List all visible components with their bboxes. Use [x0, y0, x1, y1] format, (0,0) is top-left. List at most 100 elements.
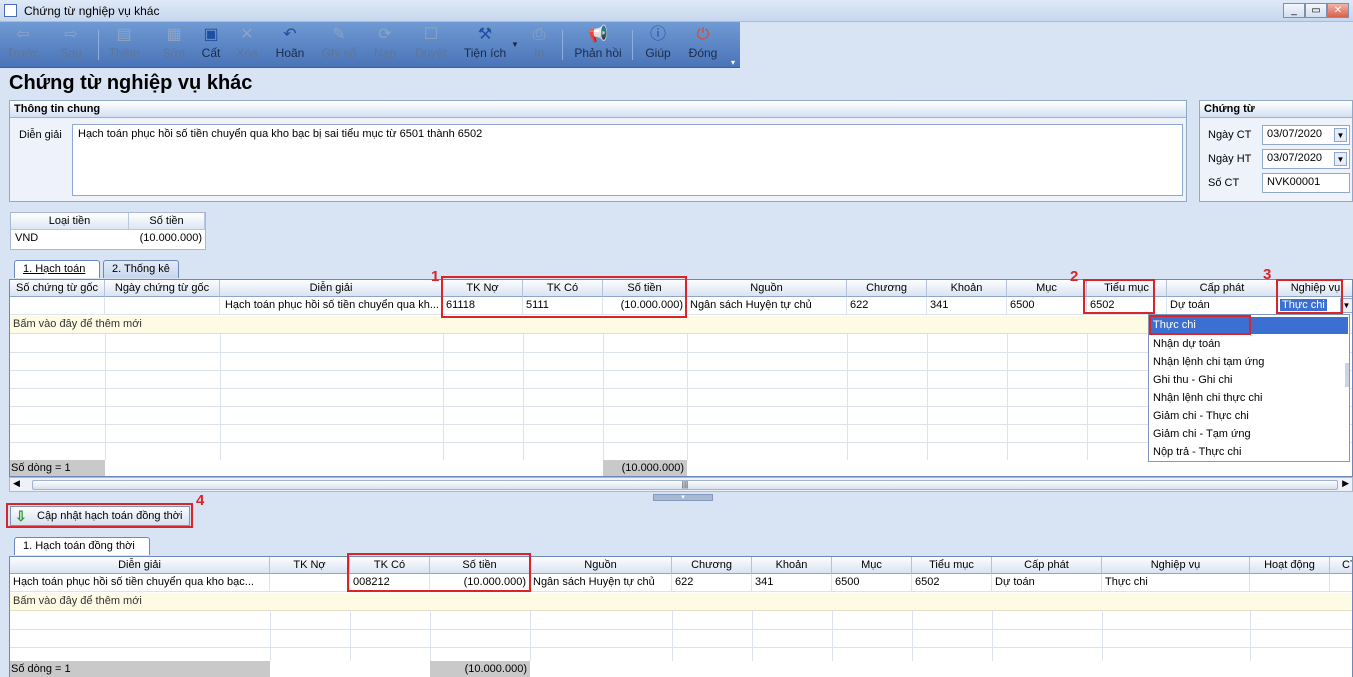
- col-header-nguon[interactable]: Nguồn: [687, 280, 847, 297]
- col2-header-nguon[interactable]: Nguồn: [530, 557, 672, 574]
- annotation-4: 4: [196, 492, 205, 509]
- scroll-left-icon[interactable]: ◀: [13, 478, 20, 489]
- col2-header-chuong[interactable]: Chương: [672, 557, 752, 574]
- approve-icon: ☐: [423, 26, 439, 43]
- splitter-handle[interactable]: ▾: [653, 494, 713, 501]
- tab-hach-toan[interactable]: 1. Hạch toán: [14, 260, 100, 278]
- toolbar-overflow-icon[interactable]: ▾: [731, 58, 735, 67]
- row-count-2: Số dòng = 1: [10, 661, 270, 677]
- dropdown-scrollbar[interactable]: [1345, 363, 1349, 387]
- cell2-cap-phat[interactable]: Dự toán: [992, 574, 1102, 592]
- cell2-muc[interactable]: 6500: [832, 574, 912, 592]
- col2-header-nghiep-vu[interactable]: Nghiệp vụ: [1102, 557, 1250, 574]
- col-header-khoan[interactable]: Khoản: [927, 280, 1007, 297]
- toolbar-utilities-button[interactable]: ⚒ Tiện ích: [460, 24, 510, 66]
- col2-header-muc[interactable]: Mục: [832, 557, 912, 574]
- cell-khoan[interactable]: 341: [927, 297, 1007, 315]
- col-header-ngay-chung-tu-goc[interactable]: Ngày chứng từ gốc: [105, 280, 220, 297]
- dropdown-option[interactable]: Giảm chi - Thực chi: [1153, 407, 1249, 425]
- currency-amount-value: (10.000.000): [139, 232, 202, 244]
- toolbar-reload-button[interactable]: ⟳ Nạp: [368, 24, 402, 66]
- cell-ngay-chung-tu-goc[interactable]: [105, 297, 220, 315]
- date-ht-dropdown-icon[interactable]: ▼: [1334, 152, 1347, 166]
- dropdown-option[interactable]: Nhận lệnh chi tạm ứng: [1153, 353, 1264, 371]
- add-new-row-2[interactable]: Bấm vào đây để thêm mới: [10, 593, 1352, 611]
- currency-type-value[interactable]: VND: [15, 232, 38, 244]
- annotation-3: 3: [1263, 266, 1272, 283]
- cell-so-chung-tu-goc[interactable]: [10, 297, 105, 315]
- dropdown-option[interactable]: Nộp trả - Thực chi: [1153, 443, 1241, 461]
- toolbar-prev-button[interactable]: ⇦ Trước: [4, 24, 42, 66]
- toolbar-next-button[interactable]: ⇨ Sau: [50, 24, 92, 66]
- megaphone-icon: 📢: [588, 26, 608, 43]
- col2-header-cap-phat[interactable]: Cấp phát: [992, 557, 1102, 574]
- currency-table: Loại tiền Số tiền VND (10.000.000): [10, 212, 206, 250]
- cell2-tieu-muc[interactable]: 6502: [912, 574, 992, 592]
- cell2-nghiep-vu[interactable]: Thực chi: [1102, 574, 1250, 592]
- voucher-no-field[interactable]: NVK00001: [1262, 173, 1350, 193]
- toolbar-edit-button[interactable]: ▦ Sửa: [158, 24, 190, 66]
- general-info-header: Thông tin chung: [10, 101, 1186, 118]
- dropdown-option[interactable]: Ghi thu - Ghi chi: [1153, 371, 1232, 389]
- maximize-button[interactable]: ▭: [1305, 3, 1327, 18]
- toolbar-post-button[interactable]: ✎ Ghi sổ: [318, 24, 360, 66]
- undo-icon: ↶: [283, 26, 297, 43]
- cell2-nguon[interactable]: Ngân sách Huyện tự chủ: [530, 574, 672, 592]
- toolbar-feedback-button[interactable]: 📢 Phản hồi: [570, 24, 626, 66]
- dropdown-option[interactable]: Giảm chi - Tạm ứng: [1153, 425, 1251, 443]
- date-ht-field[interactable]: 03/07/2020 ▼: [1262, 149, 1350, 169]
- footer-total-2: (10.000.000): [430, 661, 530, 677]
- toolbar-save-button[interactable]: ▣ Cất: [196, 24, 226, 66]
- col2-header-khoan[interactable]: Khoản: [752, 557, 832, 574]
- annotation-1: 1: [431, 268, 440, 285]
- scroll-right-icon[interactable]: ▶: [1342, 478, 1349, 489]
- col2-header-hoat-dong[interactable]: Hoạt động: [1250, 557, 1330, 574]
- close-button[interactable]: ✕: [1327, 3, 1349, 18]
- description-label: Diễn giải: [19, 129, 62, 141]
- toolbar-close-button[interactable]: ⏻ Đóng: [684, 24, 722, 66]
- description-field[interactable]: Hạch toán phục hồi số tiền chuyển qua kh…: [72, 124, 1183, 196]
- cell-cap-phat[interactable]: Dự toán: [1167, 297, 1278, 315]
- utilities-dropdown-arrow-icon[interactable]: ▼: [511, 40, 519, 49]
- cell2-hoat-dong[interactable]: [1250, 574, 1330, 592]
- cell-dien-giai[interactable]: Hạch toán phục hồi số tiền chuyển qua kh…: [220, 297, 443, 315]
- col-header-so-chung-tu-goc[interactable]: Số chứng từ gốc: [10, 280, 105, 297]
- col2-header-tieu-muc[interactable]: Tiểu mục: [912, 557, 992, 574]
- dropdown-option[interactable]: Nhận dự toán: [1153, 335, 1220, 353]
- col2-header-dien-giai[interactable]: Diễn giải: [10, 557, 270, 574]
- toolbar-print-button[interactable]: ⎙ In: [524, 24, 554, 66]
- col2-header-ct[interactable]: CT: [1330, 557, 1352, 574]
- tab-hach-toan-dong-thoi[interactable]: 1. Hạch toán đồng thời: [14, 537, 150, 555]
- col-header-chuong[interactable]: Chương: [847, 280, 927, 297]
- cell2-chuong[interactable]: 622: [672, 574, 752, 592]
- date-ct-dropdown-icon[interactable]: ▼: [1334, 128, 1347, 142]
- tools-icon: ⚒: [477, 26, 493, 43]
- cell2-tk-no[interactable]: [270, 574, 350, 592]
- toolbar-approve-button[interactable]: ☐ Duyệt: [410, 24, 452, 66]
- col-header-cap-phat[interactable]: Cấp phát: [1167, 280, 1278, 297]
- horizontal-scrollbar[interactable]: ◀ ||| ▶: [9, 477, 1353, 492]
- col-header-dien-giai[interactable]: Diễn giải: [220, 280, 443, 297]
- highlight-box-dropdown: [1149, 315, 1251, 335]
- toolbar-help-button[interactable]: ⓘ Giúp: [640, 24, 676, 66]
- tab-thong-ke[interactable]: 2. Thống kê: [103, 260, 179, 278]
- minimize-button[interactable]: _: [1283, 3, 1305, 18]
- date-ct-field[interactable]: 03/07/2020 ▼: [1262, 125, 1350, 145]
- cell2-dien-giai[interactable]: Hạch toán phục hồi số tiền chuyển qua kh…: [10, 574, 270, 592]
- cell2-ct[interactable]: [1330, 574, 1352, 592]
- cell-chuong[interactable]: 622: [847, 297, 927, 315]
- cell2-khoan[interactable]: 341: [752, 574, 832, 592]
- highlight-box-4: [6, 503, 193, 528]
- delete-icon: ✕: [240, 26, 254, 43]
- toolbar-separator: [98, 30, 99, 60]
- toolbar: ⇦ Trước ⇨ Sau ▤ Thêm ▦ Sửa ▣ Cất ✕ Xóa ↶ Hoãn ✎…: [0, 22, 740, 68]
- toolbar-delete-button[interactable]: ✕ Xóa: [232, 24, 262, 66]
- cell-nguon[interactable]: Ngân sách Huyện tự chủ: [687, 297, 847, 315]
- col2-header-tk-no[interactable]: TK Nợ: [270, 557, 350, 574]
- footer-total: (10.000.000): [603, 460, 687, 476]
- toolbar-undo-button[interactable]: ↶ Hoãn: [270, 24, 310, 66]
- cell-muc[interactable]: 6500: [1007, 297, 1087, 315]
- dropdown-option[interactable]: Nhận lệnh chi thực chi: [1153, 389, 1262, 407]
- scroll-thumb[interactable]: |||: [32, 480, 1338, 490]
- toolbar-add-button[interactable]: ▤ Thêm: [104, 24, 144, 66]
